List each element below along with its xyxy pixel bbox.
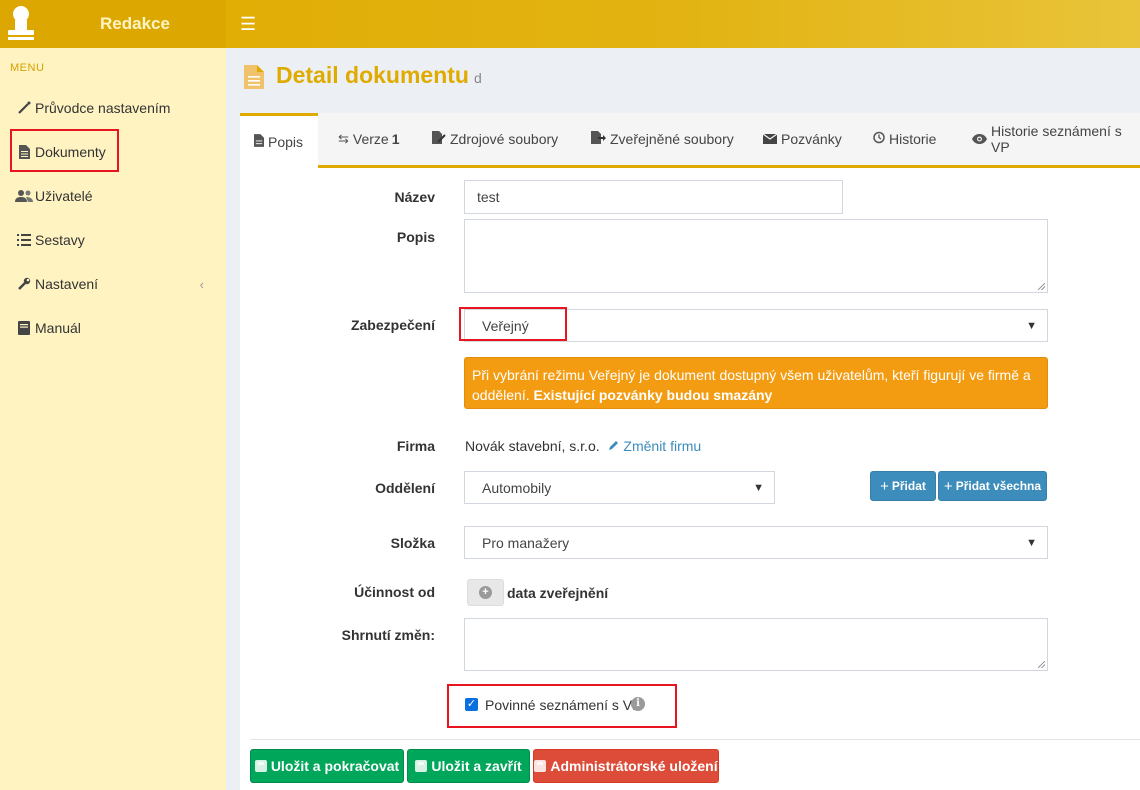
tab-popis[interactable]: Popis <box>240 113 318 168</box>
ucinnost-text: data zveřejnění <box>507 585 609 601</box>
highlight-dokumenty <box>10 129 119 172</box>
sidebar-item-nastaveni[interactable]: Nastavení ‹ <box>0 264 226 304</box>
plus-icon: + <box>943 477 953 495</box>
sidebar-item-uzivatele[interactable]: Uživatelé <box>0 176 226 216</box>
oddeleni-select[interactable]: Automobily ▼ <box>464 471 775 504</box>
sidebar-item-sestavy[interactable]: Sestavy <box>0 220 226 260</box>
pridat-button[interactable]: + Přidat <box>870 471 936 501</box>
sidebar-item-label: Uživatelé <box>35 188 93 204</box>
list-icon <box>15 234 33 246</box>
slozka-value: Pro manažery <box>482 534 570 551</box>
wrench-icon <box>15 277 33 291</box>
pencil-icon <box>608 441 618 450</box>
tab-historie[interactable]: Historie <box>864 113 944 165</box>
save-close-button[interactable]: Uložit a zavřít <box>407 749 530 783</box>
envelope-icon <box>762 132 778 147</box>
save-continue-label: Uložit a pokračovat <box>270 758 400 774</box>
popis-label: Popis <box>396 229 435 245</box>
shrnuti-label: Shrnutí změn: <box>341 627 435 643</box>
chevron-down-icon: ▼ <box>753 481 764 494</box>
users-icon <box>15 189 33 203</box>
tab-label: Pozvánky <box>781 131 842 147</box>
file-edit-icon <box>432 131 446 147</box>
tab-historie-seznameni[interactable]: Historie seznámení s VP <box>964 113 1140 165</box>
zmenit-firmu-link[interactable]: Změnit firmu <box>608 438 702 454</box>
top-bar: Redakce ☰ <box>0 0 1140 48</box>
admin-save-button[interactable]: Administrátorské uložení <box>533 749 719 783</box>
firma-value-row: Novák stavební, s.r.o. Změnit firmu <box>465 438 701 454</box>
logo-icon <box>8 6 34 40</box>
page-subtitle: d <box>473 70 482 86</box>
save-close-label: Uložit a zavřít <box>431 758 522 774</box>
logo-area: Redakce <box>0 0 226 48</box>
book-icon <box>15 321 33 335</box>
history-icon <box>872 131 885 147</box>
app-title: Redakce <box>100 14 170 33</box>
tab-label: Popis <box>268 134 304 150</box>
ucinnost-label: Účinnost od <box>354 584 435 600</box>
version-count-badge: 1 <box>391 131 400 147</box>
admin-save-label: Administrátorské uložení <box>550 758 718 774</box>
sidebar-item-pruvodce[interactable]: Průvodce nastavením <box>0 88 226 128</box>
save-continue-button[interactable]: Uložit a pokračovat <box>250 749 404 783</box>
sidebar-item-manual[interactable]: Manuál <box>0 308 226 348</box>
sidebar-item-label: Sestavy <box>35 232 85 248</box>
file-export-icon <box>591 131 606 147</box>
firma-value: Novák stavební, s.r.o. <box>465 438 600 454</box>
popis-textarea[interactable] <box>464 219 1048 293</box>
tab-bar: Popis ⇆ Verze 1 Zdrojové soubory Zveřejn… <box>240 113 1140 168</box>
slozka-label: Složka <box>390 535 435 551</box>
nazev-label: Název <box>394 189 435 205</box>
tab-pozvanky[interactable]: Pozvánky <box>755 113 850 165</box>
save-close-icon <box>415 760 428 772</box>
pridat-vsechna-label: Přidat všechna <box>955 479 1042 493</box>
security-warning: Při vybrání režimu Veřejný je dokument d… <box>464 357 1048 409</box>
chevron-down-icon: ▼ <box>1026 536 1037 549</box>
firma-label: Firma <box>396 438 435 454</box>
warning-bold-text: Existující pozvánky budou smazány <box>533 387 773 403</box>
plus-circle-icon: + <box>479 586 492 599</box>
tab-label: Historie seznámení s VP <box>991 123 1122 155</box>
menu-header: MENU <box>10 62 45 74</box>
tab-label: Zdrojové soubory <box>450 131 559 147</box>
save-icon <box>254 760 267 772</box>
divider <box>250 739 1140 740</box>
versions-icon: ⇆ <box>338 131 349 146</box>
page-header: Detail dokumentu d <box>244 62 482 92</box>
slozka-select[interactable]: Pro manažery ▼ <box>464 526 1048 559</box>
tab-verze[interactable]: ⇆ Verze 1 <box>330 113 408 165</box>
oddeleni-label: Oddělení <box>375 480 435 496</box>
chevron-left-icon: ‹ <box>199 276 204 292</box>
tab-label: Historie <box>889 131 937 147</box>
page-title: Detail dokumentu <box>276 62 469 88</box>
tab-label: Zveřejněné soubory <box>610 131 734 147</box>
zmenit-firmu-text: Změnit firmu <box>623 438 702 454</box>
pridat-vsechna-button[interactable]: + Přidat všechna <box>938 471 1047 501</box>
nazev-value: test <box>477 189 500 205</box>
tab-label: Verze <box>352 131 389 147</box>
menu-toggle-icon[interactable]: ☰ <box>240 14 256 35</box>
highlight-zabezpeceni <box>459 307 567 341</box>
document-icon <box>244 65 264 89</box>
ucinnost-toggle[interactable]: + <box>467 579 504 606</box>
document-icon <box>254 134 264 150</box>
sidebar-item-label: Průvodce nastavením <box>35 100 171 116</box>
zabezpeceni-label: Zabezpečení <box>350 317 435 333</box>
tab-zverejnene-soubory[interactable]: Zveřejněné soubory <box>583 113 742 165</box>
highlight-povinne <box>447 684 677 728</box>
sidebar-item-label: Manuál <box>35 320 81 336</box>
plus-icon: + <box>880 477 889 495</box>
wand-icon <box>15 101 33 115</box>
shrnuti-textarea[interactable] <box>464 618 1048 671</box>
nazev-input[interactable]: test <box>464 180 843 214</box>
save-icon <box>534 760 547 772</box>
sidebar-item-label: Nastavení <box>35 276 99 292</box>
pridat-label: Přidat <box>891 479 926 493</box>
eye-icon <box>972 132 987 147</box>
tab-zdrojove-soubory[interactable]: Zdrojové soubory <box>424 113 566 165</box>
oddeleni-value: Automobily <box>482 479 552 496</box>
chevron-down-icon: ▼ <box>1026 319 1037 332</box>
